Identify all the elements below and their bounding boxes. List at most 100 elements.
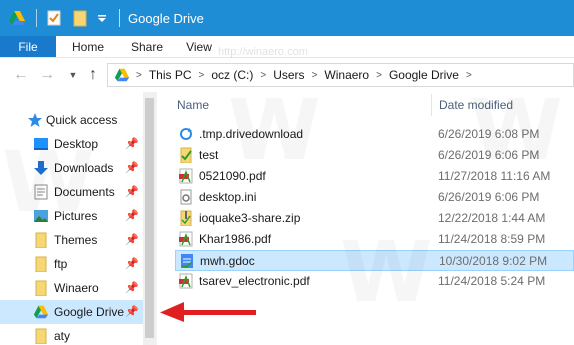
tab-file[interactable]: File — [0, 36, 56, 57]
settings-file-icon — [178, 189, 194, 205]
tab-share[interactable]: Share — [120, 36, 174, 57]
sidebar-item-aty[interactable]: aty — [0, 324, 143, 345]
column-header-date-modified[interactable]: Date modified — [439, 92, 513, 118]
breadcrumb-chevron-icon[interactable]: > — [466, 70, 472, 81]
google-drive-app-icon[interactable] — [8, 9, 26, 27]
navigation-bar: ← → ▼ ↑ > This PC > ocz (C:) > Users > W… — [0, 46, 574, 92]
new-folder-icon[interactable] — [71, 9, 89, 27]
tab-view[interactable]: View — [174, 36, 224, 57]
file-row[interactable]: ioquake3-share.zip 12/22/2018 1:44 AM — [175, 208, 574, 229]
folder-icon — [33, 256, 49, 273]
file-date: 10/30/2018 9:02 PM — [439, 254, 548, 268]
sidebar-item-label: Desktop — [54, 137, 99, 151]
pin-icon[interactable]: 📌 — [125, 161, 139, 175]
sidebar-item-label: Themes — [54, 233, 98, 247]
breadcrumb-chevron-icon[interactable]: > — [199, 70, 205, 81]
star-icon — [27, 112, 43, 128]
pin-icon[interactable]: 📌 — [125, 137, 139, 151]
sidebar-scrollbar[interactable] — [143, 92, 156, 345]
sidebar-item-pictures[interactable]: Pictures 📌 — [0, 204, 143, 228]
pdf-icon — [178, 231, 194, 247]
red-arrow-annotation — [160, 302, 256, 322]
documents-icon — [33, 184, 49, 200]
back-arrow-icon[interactable]: ← — [12, 66, 30, 84]
sidebar-item-winaero[interactable]: Winaero 📌 — [0, 276, 143, 300]
file-row[interactable]: Khar1986.pdf 11/24/2018 8:59 PM — [175, 229, 574, 250]
recent-locations-chevron-icon[interactable]: ▼ — [64, 66, 82, 84]
scrollbar-thumb[interactable] — [145, 98, 154, 338]
zip-icon — [178, 210, 194, 227]
pin-icon[interactable]: 📌 — [125, 185, 139, 199]
sidebar-item-label: Google Drive — [54, 305, 125, 319]
forward-arrow-icon[interactable]: → — [38, 66, 56, 84]
column-header-name[interactable]: Name — [177, 92, 209, 118]
breadcrumb-winaero[interactable]: Winaero — [324, 68, 369, 82]
sidebar-item-google-drive[interactable]: Google Drive 📌 — [0, 300, 143, 324]
sidebar-item-label: ftp — [54, 257, 68, 271]
sidebar-item-label: Quick access — [46, 113, 118, 127]
file-row-selected[interactable]: mwh.gdoc 10/30/2018 9:02 PM — [175, 250, 574, 271]
file-name: ioquake3-share.zip — [199, 211, 301, 225]
file-name: test — [199, 148, 219, 162]
breadcrumb-drive-c[interactable]: ocz (C:) — [211, 68, 253, 82]
breadcrumb-chevron-icon[interactable]: > — [260, 70, 266, 81]
pin-icon[interactable]: 📌 — [125, 305, 139, 319]
file-date: 12/22/2018 1:44 AM — [438, 211, 546, 225]
sidebar-item-desktop[interactable]: Desktop 📌 — [0, 132, 143, 156]
file-date: 11/24/2018 5:24 PM — [438, 274, 546, 288]
folder-icon — [33, 232, 49, 249]
pin-icon[interactable]: 📌 — [125, 257, 139, 271]
title-bar: Google Drive — [0, 0, 574, 36]
customize-toolbar-chevron-icon[interactable] — [97, 9, 107, 27]
window-title: Google Drive — [128, 10, 204, 26]
folder-icon — [33, 280, 49, 297]
file-row[interactable]: 0521090.pdf 11/27/2018 11:16 AM — [175, 166, 574, 187]
pin-icon[interactable]: 📌 — [125, 209, 139, 223]
breadcrumb-google-drive[interactable]: Google Drive — [389, 68, 459, 82]
sidebar-item-ftp[interactable]: ftp 📌 — [0, 252, 143, 276]
folder-icon — [33, 328, 49, 345]
pictures-icon — [33, 208, 49, 224]
file-row[interactable]: test 6/26/2019 6:06 PM — [175, 145, 574, 166]
sidebar-item-themes[interactable]: Themes 📌 — [0, 228, 143, 252]
tab-home[interactable]: Home — [56, 36, 120, 57]
google-drive-location-icon — [114, 67, 130, 83]
breadcrumb-chevron-icon[interactable]: > — [376, 70, 382, 81]
google-drive-icon — [33, 304, 49, 320]
breadcrumb-this-pc[interactable]: This PC — [149, 68, 192, 82]
sidebar-item-label: Downloads — [54, 161, 114, 175]
sidebar-item-label: Pictures — [54, 209, 98, 223]
gdoc-icon — [179, 253, 195, 269]
column-divider[interactable] — [431, 94, 432, 116]
sidebar-item-label: aty — [54, 329, 71, 343]
sidebar-item-downloads[interactable]: Downloads 📌 — [0, 156, 143, 180]
file-row[interactable]: tsarev_electronic.pdf 11/24/2018 5:24 PM — [175, 271, 574, 292]
download-arrow-icon — [33, 160, 49, 176]
quick-access-toolbar — [0, 0, 111, 36]
sidebar-item-quick-access[interactable]: Quick access — [0, 108, 143, 132]
properties-icon[interactable] — [45, 9, 63, 27]
breadcrumb-chevron-icon[interactable]: > — [312, 70, 318, 81]
pdf-icon — [178, 273, 194, 289]
file-name: 0521090.pdf — [199, 169, 266, 183]
pin-icon[interactable]: 📌 — [125, 281, 139, 295]
breadcrumb-chevron-icon[interactable]: > — [136, 70, 142, 81]
desktop-icon — [33, 136, 49, 152]
navigation-pane: Quick access Desktop 📌 Downloads 📌 Docum… — [0, 92, 156, 345]
address-bar[interactable]: > This PC > ocz (C:) > Users > Winaero >… — [107, 63, 574, 87]
up-arrow-icon[interactable]: ↑ — [84, 66, 102, 84]
file-date: 6/26/2019 6:06 PM — [438, 148, 540, 162]
title-separator — [119, 9, 120, 27]
file-date: 11/27/2018 11:16 AM — [438, 169, 551, 183]
watermark-url: http://winaero.com — [218, 46, 308, 58]
file-date: 6/26/2019 6:08 PM — [438, 127, 540, 141]
file-name: Khar1986.pdf — [199, 232, 272, 246]
file-date: 6/26/2019 6:06 PM — [438, 190, 540, 204]
pin-icon[interactable]: 📌 — [125, 233, 139, 247]
sidebar-item-label: Winaero — [54, 281, 99, 295]
pdf-icon — [178, 168, 194, 184]
file-row[interactable]: desktop.ini 6/26/2019 6:06 PM — [175, 187, 574, 208]
file-row[interactable]: .tmp.drivedownload 6/26/2019 6:08 PM — [175, 124, 574, 145]
breadcrumb-users[interactable]: Users — [273, 68, 304, 82]
sidebar-item-documents[interactable]: Documents 📌 — [0, 180, 143, 204]
